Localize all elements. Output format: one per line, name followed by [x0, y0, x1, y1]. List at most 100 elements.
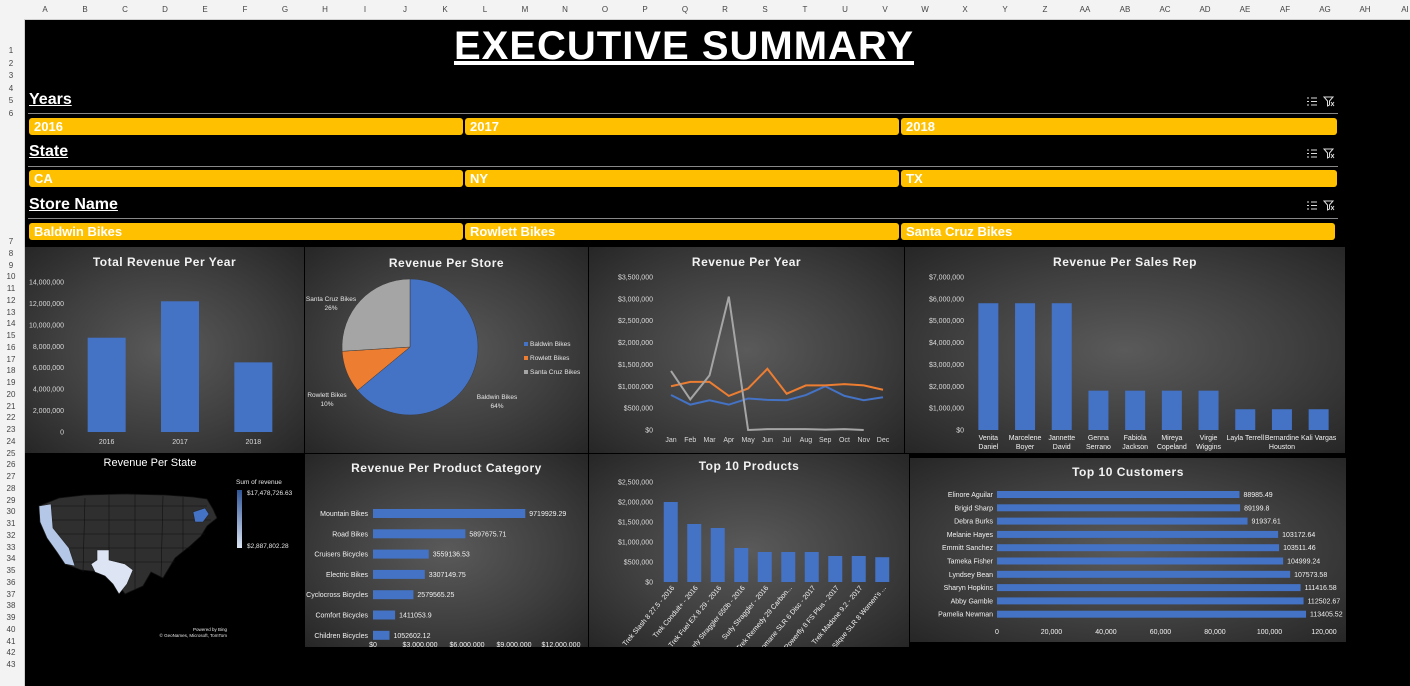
column-header-cell: AB [1119, 5, 1131, 14]
bar [373, 569, 425, 579]
legend-swatch [524, 356, 528, 360]
x-tick-label: 120,000 [1311, 629, 1336, 636]
data-label: 91937.61 [1252, 519, 1281, 526]
column-header-cell: E [202, 5, 208, 14]
data-label: 2579565.25 [417, 592, 454, 599]
legend-title: Sum of revenue [236, 479, 282, 486]
chart-revenue-per-sales-rep-svg: $0 $1,000,000 $2,000,000 $3,000,000 $4,000,0… [929, 275, 1337, 452]
y-tick-label: Abby Gamble [951, 598, 994, 605]
bar [1271, 409, 1292, 430]
x-tick-label: Surly Straggler - 2016 [721, 585, 770, 642]
x-tick-label: $6,000,000 [449, 642, 484, 647]
chart-top-10-products-svg: $0 $500,000 $1,000,000 $1,500,000 $2,000,000… [618, 480, 890, 647]
x-tick-label: Copeland [1157, 444, 1187, 451]
row-header-cell: 28 [6, 483, 16, 493]
chart-revenue-per-store[interactable]: Revenue Per Store Baldwin Bikes 64% Rowlet… [305, 247, 588, 453]
x-tick-label: Trek Conduit+ - 2016 [652, 585, 700, 640]
map-revenue-per-state[interactable]: Revenue Per State Sum of revenue $17,478,… [25, 454, 304, 647]
slicer-item-tx[interactable]: TX [901, 170, 1337, 187]
y-tick-label: Debra Burks [954, 519, 993, 526]
row-header-cell: 38 [6, 601, 16, 611]
x-tick-label: Aug [800, 437, 813, 444]
multi-select-icon[interactable] [1306, 148, 1318, 159]
chart-title: Revenue Per State [103, 457, 197, 469]
slicer-item-2018[interactable]: 2018 [901, 118, 1337, 135]
column-header-cell: N [562, 5, 568, 14]
x-tick-label: $3,000,000 [402, 642, 437, 647]
slicer-item-ca[interactable]: CA [29, 170, 463, 187]
bar [1015, 303, 1036, 430]
column-header-cell: AG [1319, 5, 1331, 14]
chart-top-10-products[interactable]: Top 10 Products $0 $500,000 $1,000,000 $1,5… [589, 454, 909, 647]
clear-filter-icon[interactable] [1323, 200, 1335, 211]
y-tick-label: Lyndsey Bean [949, 572, 993, 579]
bar [373, 630, 390, 640]
data-label: 26% [324, 305, 337, 312]
column-header-cell: D [162, 5, 168, 14]
slicer-item-2016[interactable]: 2016 [29, 118, 463, 135]
slicer-item-ny[interactable]: NY [465, 170, 899, 187]
slicer-divider [28, 218, 1338, 219]
chart-total-revenue-per-year[interactable]: Total Revenue Per Year 0 2,000,000 4,000,0… [25, 247, 304, 453]
x-tick-label: David [1053, 444, 1071, 451]
y-tick-label: 0 [60, 430, 64, 437]
column-header-cell: L [482, 5, 488, 14]
clear-filter-icon[interactable] [1323, 148, 1335, 159]
series-line [670, 296, 864, 432]
legend-label: Santa Cruz Bikes [530, 369, 581, 376]
bar [161, 301, 199, 432]
data-label: 5897675.71 [469, 531, 506, 538]
slicer-item-2017[interactable]: 2017 [465, 118, 899, 135]
row-header-cell: 40 [6, 624, 16, 634]
x-tick-label: 60,000 [1150, 629, 1172, 636]
row-header-cell: 6 [8, 108, 14, 118]
bar [978, 303, 999, 430]
bar [997, 491, 1240, 498]
clear-filter-icon[interactable] [1323, 96, 1335, 107]
multi-select-icon[interactable] [1306, 200, 1318, 211]
y-tick-label: 14,000,000 [29, 280, 64, 287]
y-tick-label: $3,000,000 [618, 296, 653, 303]
map-revenue-per-state-svg: Sum of revenue $17,478,726.63 $2,887,802.2… [38, 479, 293, 638]
slicer-divider [28, 113, 1338, 114]
bar [373, 549, 429, 559]
y-tick-label: $2,000,000 [929, 384, 964, 391]
chart-top-10-customers[interactable]: Top 10 Customers Elinore Aguilar 88985.49… [910, 458, 1346, 642]
y-tick-label: Mountain Bikes [320, 511, 368, 518]
column-header-cell: AA [1079, 5, 1091, 14]
y-tick-label: Road Bikes [332, 531, 368, 538]
chart-revenue-per-year-line-svg: $0 $500,000 $1,000,000 $1,500,000 $2,000,000… [618, 275, 890, 445]
x-tick-label: 20,000 [1041, 629, 1063, 636]
y-tick-label: $0 [645, 428, 653, 435]
y-tick-label: $1,000,000 [618, 384, 653, 391]
chart-revenue-per-sales-rep[interactable]: Revenue Per Sales Rep $0 $1,000,000 $2,000… [905, 247, 1345, 453]
data-label: 103511.46 [1283, 545, 1316, 552]
data-label: 10% [320, 401, 333, 408]
chart-revenue-per-year-line[interactable]: Revenue Per Year $0 $500,000 $1,000,000 $1,… [589, 247, 904, 453]
y-tick-label: $3,500,000 [618, 275, 653, 282]
slicer-item-baldwin-bikes[interactable]: Baldwin Bikes [29, 223, 463, 240]
x-tick-label: 0 [995, 629, 999, 636]
slicer-item-rowlett-bikes[interactable]: Rowlett Bikes [465, 223, 899, 240]
y-tick-label: Brigid Sharp [954, 505, 993, 512]
chart-revenue-per-product-category[interactable]: Revenue Per Product Category Mountain Bi… [305, 454, 588, 647]
bar [234, 362, 273, 432]
bar [687, 524, 702, 582]
slicer-item-santa-cruz-bikes[interactable]: Santa Cruz Bikes [901, 223, 1335, 240]
y-tick-label: Children Bicycles [314, 633, 368, 640]
x-tick-label: Jannette [1048, 435, 1075, 442]
row-header-cell: 2 [8, 58, 14, 68]
column-header-bar: A B C D E F G H I J K L M N O P Q R S T U V W X Y Z AA AB AC AD AE AF AG… [0, 0, 1410, 20]
bar [1088, 390, 1109, 430]
bar [997, 597, 1304, 605]
x-tick-label: Apr [723, 437, 735, 444]
x-tick-label: Feb [684, 437, 696, 444]
row-header-cell: 29 [6, 495, 16, 505]
column-header-cell: S [762, 5, 768, 14]
x-tick-label: Boyer [1016, 444, 1035, 451]
x-tick-label: Virgie [1200, 435, 1218, 442]
bar [997, 570, 1291, 578]
x-tick-label: Mireya [1161, 435, 1182, 442]
multi-select-icon[interactable] [1306, 96, 1318, 107]
y-tick-label: Elinore Aguilar [948, 492, 994, 499]
